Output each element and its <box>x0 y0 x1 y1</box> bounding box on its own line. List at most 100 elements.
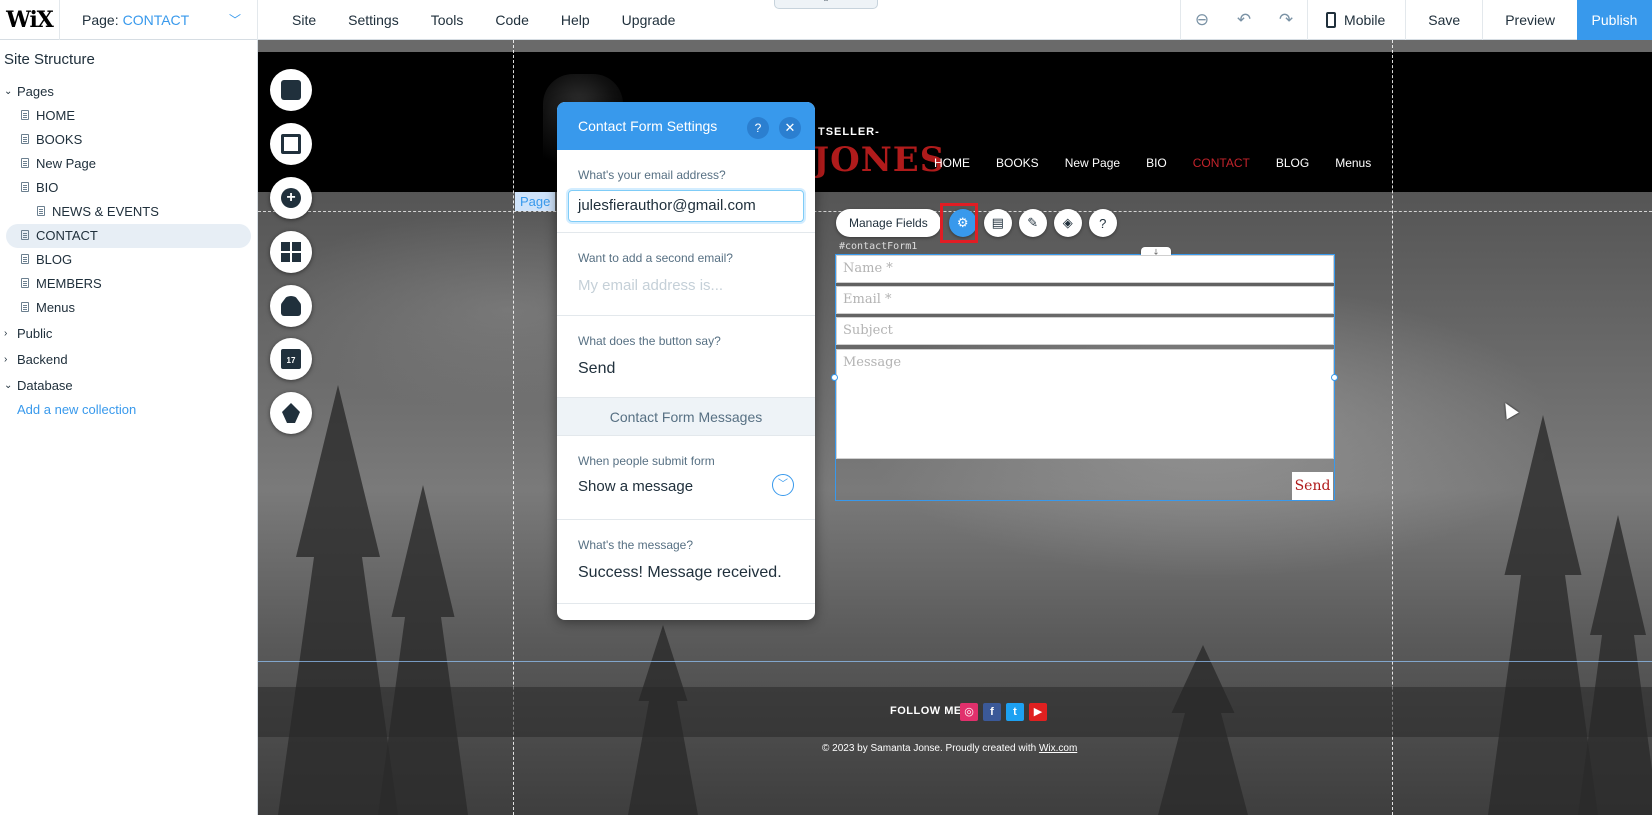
background-button[interactable] <box>270 123 312 165</box>
top-menu: Site Settings Tools Code Help Upgrade <box>276 0 691 40</box>
sidebar-item-new-page[interactable]: New Page <box>0 152 257 176</box>
background-icon <box>281 134 301 154</box>
chevron-down-icon[interactable]: ﹀ <box>772 474 794 496</box>
tree-node-label: Backend <box>17 352 68 367</box>
mobile-label: Mobile <box>1344 12 1386 28</box>
resize-handle[interactable] <box>1331 374 1338 381</box>
chevron-down-icon: ⌄ <box>4 86 13 97</box>
menu-upgrade[interactable]: Upgrade <box>606 12 692 28</box>
sidebar-item-label: BIO <box>36 180 59 195</box>
sidebar-item-label: MEMBERS <box>36 276 102 291</box>
save-button[interactable]: Save <box>1406 0 1482 40</box>
form-name-field[interactable]: Name * <box>836 255 1334 283</box>
site-nav-home[interactable]: HOME <box>934 156 970 170</box>
pages-menu-button[interactable] <box>270 69 312 111</box>
form-id-label: #contactForm1 <box>839 241 918 252</box>
youtube-icon[interactable]: ▶ <box>1029 703 1047 721</box>
site-nav-blog[interactable]: BLOG <box>1276 156 1309 170</box>
editor-canvas[interactable]: TSELLER- JONES HOME BOOKS New Page BIO C… <box>258 40 1652 815</box>
sidebar-item-news-events[interactable]: NEWS & EVENTS <box>0 200 257 224</box>
email-field[interactable]: julesfierauthor@gmail.com <box>568 190 804 222</box>
layout-icon[interactable]: ▤ <box>983 209 1012 237</box>
tree-node-label: Public <box>17 326 53 341</box>
menu-settings[interactable]: Settings <box>332 12 415 28</box>
sidebar-item-blog[interactable]: BLOG <box>0 248 257 272</box>
top-right-controls: ⊖ ↶ ↷ Mobile Save Preview Publish <box>1180 0 1652 40</box>
wix-logo[interactable]: WiX <box>0 0 60 40</box>
tree-node-public[interactable]: › Public <box>0 322 257 346</box>
tree-node-pages[interactable]: ⌄ Pages <box>0 80 257 104</box>
copyright-text: © 2023 by Samanta Jonse. Proudly created… <box>822 743 1077 754</box>
page-icon <box>37 206 45 216</box>
collapse-topbar-tab[interactable]: ⌃ <box>774 0 878 9</box>
help-icon[interactable]: ? <box>1088 209 1117 237</box>
instagram-icon[interactable]: ◎ <box>960 703 978 721</box>
sidebar-item-members[interactable]: MEMBERS <box>0 272 257 296</box>
tree-node-backend[interactable]: › Backend <box>0 348 257 372</box>
bookings-button[interactable]: 17 <box>270 338 312 380</box>
message-question: What's the message? <box>578 538 694 552</box>
site-nav-new-page[interactable]: New Page <box>1065 156 1120 170</box>
menu-site[interactable]: Site <box>276 12 332 28</box>
sidebar-title: Site Structure <box>4 51 95 68</box>
add-button[interactable]: + <box>270 177 312 219</box>
site-nav-menus[interactable]: Menus <box>1335 156 1371 170</box>
site-nav[interactable]: HOME BOOKS New Page BIO CONTACT BLOG Men… <box>934 156 1397 170</box>
undo-icon[interactable]: ↶ <box>1223 0 1265 40</box>
site-header[interactable]: TSELLER- JONES HOME BOOKS New Page BIO C… <box>258 52 1652 192</box>
redo-icon[interactable]: ↷ <box>1265 0 1307 40</box>
publish-button[interactable]: Publish <box>1577 0 1652 40</box>
menu-help[interactable]: Help <box>545 12 606 28</box>
sidebar-item-label: NEWS & EVENTS <box>52 204 159 219</box>
form-message-field[interactable]: Message <box>836 349 1334 459</box>
blog-button[interactable] <box>270 392 312 434</box>
button-text-field[interactable]: Send <box>578 360 794 378</box>
sidebar-item-menus[interactable]: Menus <box>0 296 257 320</box>
site-nav-bio[interactable]: BIO <box>1146 156 1167 170</box>
add-apps-button[interactable] <box>270 231 312 273</box>
sidebar-item-home[interactable]: HOME <box>0 104 257 128</box>
sidebar-item-label: New Page <box>36 156 96 171</box>
page-icon <box>21 302 29 312</box>
chevron-down-icon: ⌄ <box>4 380 13 391</box>
message-section: What's the message? Success! Message rec… <box>557 520 815 604</box>
form-subject-field[interactable]: Subject <box>836 317 1334 345</box>
zoom-out-icon[interactable]: ⊖ <box>1181 0 1223 40</box>
messages-section-header: Contact Form Messages <box>557 398 815 436</box>
page-tag: Page <box>515 192 556 211</box>
chevron-right-icon: › <box>4 354 8 365</box>
page-selector[interactable]: Page: CONTACT ﹀ <box>60 0 258 40</box>
media-upload-button[interactable] <box>270 285 312 327</box>
sidebar-item-bio[interactable]: BIO <box>0 176 257 200</box>
form-send-button[interactable]: Send <box>1292 472 1333 500</box>
submit-action-dropdown[interactable]: Show a message <box>578 478 794 495</box>
animation-icon[interactable]: ◈ <box>1053 209 1082 237</box>
site-nav-contact[interactable]: CONTACT <box>1193 156 1250 170</box>
close-icon[interactable]: ✕ <box>779 117 801 139</box>
form-email-field[interactable]: Email * <box>836 286 1334 314</box>
apps-icon <box>281 242 301 262</box>
help-icon[interactable]: ? <box>747 117 769 139</box>
manage-fields-button[interactable]: Manage Fields <box>836 209 941 237</box>
pen-nib-icon <box>282 403 300 423</box>
mobile-button[interactable]: Mobile <box>1308 0 1405 40</box>
chevron-right-icon: › <box>4 328 8 339</box>
facebook-icon[interactable]: f <box>983 703 1001 721</box>
tree-node-database[interactable]: ⌄ Database <box>0 374 257 398</box>
sidebar-item-books[interactable]: BOOKS <box>0 128 257 152</box>
sidebar-item-contact[interactable]: CONTACT <box>6 224 251 248</box>
resize-handle[interactable] <box>831 374 838 381</box>
site-nav-books[interactable]: BOOKS <box>996 156 1039 170</box>
site-tree: ⌄ Pages HOME BOOKS New Page BIO NEWS & E… <box>0 80 257 422</box>
preview-button[interactable]: Preview <box>1483 0 1577 40</box>
add-collection-link[interactable]: Add a new collection <box>0 398 257 422</box>
wix-link[interactable]: Wix.com <box>1039 743 1077 754</box>
menu-tools[interactable]: Tools <box>415 12 480 28</box>
second-email-field[interactable]: My email address is... <box>578 277 794 294</box>
twitter-icon[interactable]: t <box>1006 703 1024 721</box>
design-brush-icon[interactable]: ✎ <box>1018 209 1047 237</box>
message-field[interactable]: Success! Message received. <box>578 564 794 582</box>
email-section: What's your email address? julesfierauth… <box>557 150 815 233</box>
menu-code[interactable]: Code <box>479 12 544 28</box>
background-tree <box>278 385 398 815</box>
